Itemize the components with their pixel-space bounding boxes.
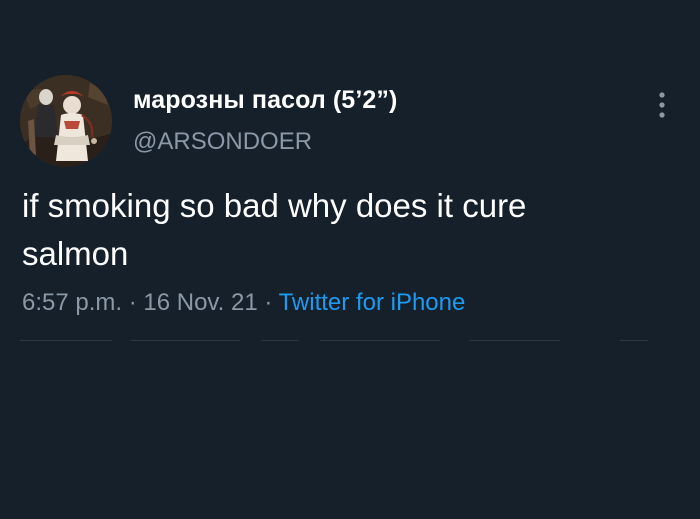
divider: [130, 340, 240, 341]
tweet-time[interactable]: 6:57 p.m.: [22, 289, 122, 316]
tweet-text: if smoking so bad why does it cure salmo…: [22, 182, 662, 278]
avatar[interactable]: [20, 75, 112, 167]
divider: [620, 340, 648, 341]
meta-separator: ·: [257, 289, 279, 316]
divider: [20, 340, 112, 341]
username-handle[interactable]: @ARSONDOER: [133, 128, 312, 156]
tweet-text-line: salmon: [22, 235, 129, 272]
more-vertical-icon[interactable]: [652, 90, 672, 120]
tweet-card: марозны пасол (5’2”) @ARSONDOER if smoki…: [0, 0, 700, 519]
tweet-metadata: 6:57 p.m. · 16 Nov. 21 · Twitter for iPh…: [22, 289, 465, 317]
meta-separator: ·: [122, 289, 144, 316]
tweet-date[interactable]: 16 Nov. 21: [143, 289, 257, 316]
divider: [262, 340, 298, 341]
divider: [320, 340, 440, 341]
divider: [470, 340, 560, 341]
avatar-image: [20, 75, 112, 167]
tweet-source-link[interactable]: Twitter for iPhone: [279, 289, 466, 316]
display-name[interactable]: марозны пасол (5’2”): [133, 86, 397, 115]
tweet-text-line: if smoking so bad why does it cure: [22, 187, 527, 224]
